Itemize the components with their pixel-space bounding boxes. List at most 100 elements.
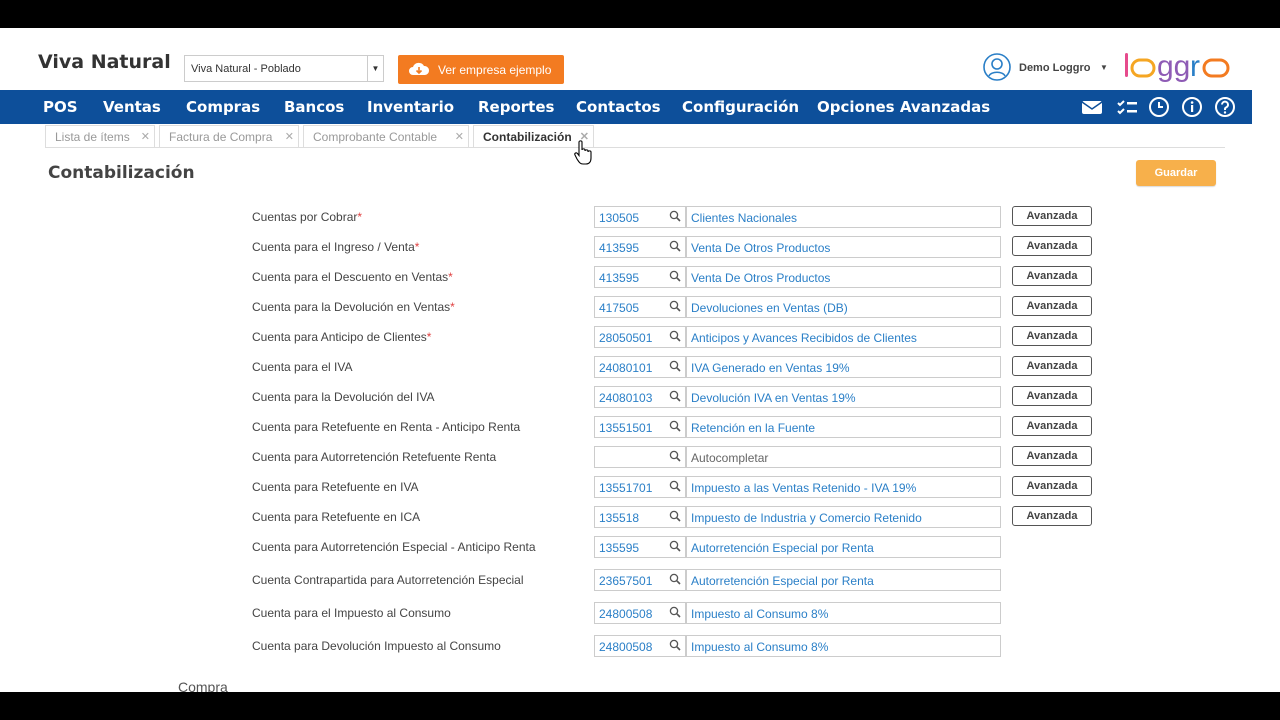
nav-item-contactos[interactable]: Contactos (576, 98, 661, 116)
advanced-button[interactable]: Avanzada (1012, 236, 1092, 256)
nav-item-configuracion[interactable]: Configuración (682, 98, 799, 116)
nav-item-inventario[interactable]: Inventario (367, 98, 454, 116)
tab-label: Lista de ítems (55, 130, 130, 144)
account-name-input[interactable]: Venta De Otros Productos (686, 236, 1001, 258)
search-icon[interactable] (669, 450, 681, 462)
user-menu[interactable]: Demo Loggro ▼ (982, 52, 1108, 82)
account-name-input[interactable]: Autorretención Especial por Renta (686, 569, 1001, 591)
account-name-input[interactable]: Autorretención Especial por Renta (686, 536, 1001, 558)
required-marker: * (450, 300, 455, 314)
example-company-button[interactable]: Ver empresa ejemplo (398, 55, 564, 84)
advanced-button[interactable]: Avanzada (1012, 356, 1092, 376)
account-name-input[interactable]: Impuesto a las Ventas Retenido - IVA 19% (686, 476, 1001, 498)
account-name-input[interactable]: IVA Generado en Ventas 19% (686, 356, 1001, 378)
advanced-button[interactable]: Avanzada (1012, 296, 1092, 316)
search-icon[interactable] (669, 420, 681, 432)
tab-label: Factura de Compra (169, 130, 273, 144)
branch-select[interactable]: Viva Natural - Poblado ▼ (184, 55, 384, 82)
account-name-input[interactable]: Clientes Nacionales (686, 206, 1001, 228)
account-code-input[interactable]: 130505 (594, 206, 686, 228)
close-icon[interactable]: ✕ (285, 130, 294, 143)
account-name-input[interactable]: Autocompletar (686, 446, 1001, 468)
nav-item-compras[interactable]: Compras (186, 98, 260, 116)
search-icon[interactable] (669, 639, 681, 651)
account-code-input[interactable]: 417505 (594, 296, 686, 318)
account-name-input[interactable]: Impuesto al Consumo 8% (686, 635, 1001, 657)
tab-factura-de-compra[interactable]: Factura de Compra ✕ (159, 125, 299, 147)
account-name-input[interactable]: Impuesto de Industria y Comercio Retenid… (686, 506, 1001, 528)
account-name-input[interactable]: Devoluciones en Ventas (DB) (686, 296, 1001, 318)
account-code-input[interactable]: 24800508 (594, 602, 686, 624)
search-icon[interactable] (669, 480, 681, 492)
account-code-input[interactable]: 135518 (594, 506, 686, 528)
account-code-input[interactable]: 28050501 (594, 326, 686, 348)
account-code-input[interactable]: 24800508 (594, 635, 686, 657)
advanced-button[interactable]: Avanzada (1012, 326, 1092, 346)
search-icon[interactable] (669, 330, 681, 342)
advanced-button[interactable]: Avanzada (1012, 416, 1092, 436)
account-row: Cuenta para Autorretención Retefuente Re… (0, 446, 1280, 470)
account-code-input[interactable]: 13551501 (594, 416, 686, 438)
info-icon[interactable] (1181, 96, 1203, 118)
hand-cursor-icon (574, 140, 592, 165)
account-code-input[interactable] (594, 446, 686, 468)
save-button[interactable]: Guardar (1136, 160, 1216, 186)
search-icon[interactable] (669, 573, 681, 585)
example-company-label: Ver empresa ejemplo (438, 63, 552, 77)
account-row: Cuenta para el Descuento en Ventas* 41359… (0, 266, 1280, 290)
account-name-value: IVA Generado en Ventas 19% (691, 361, 850, 375)
account-code-value: 135595 (599, 541, 640, 555)
close-icon[interactable]: ✕ (141, 130, 150, 143)
account-row-label: Cuenta para el Impuesto al Consumo (252, 606, 451, 620)
account-code-input[interactable]: 24080103 (594, 386, 686, 408)
account-code-input[interactable]: 23657501 (594, 569, 686, 591)
advanced-button[interactable]: Avanzada (1012, 386, 1092, 406)
clock-icon[interactable] (1148, 96, 1170, 118)
account-row-label: Cuenta para el Ingreso / Venta* (252, 240, 419, 254)
advanced-button[interactable]: Avanzada (1012, 446, 1092, 466)
account-code-input[interactable]: 135595 (594, 536, 686, 558)
advanced-button[interactable]: Avanzada (1012, 206, 1092, 226)
required-marker: * (357, 210, 363, 224)
account-code-input[interactable]: 24080101 (594, 356, 686, 378)
tab-comprobante-contable[interactable]: Comprobante Contable ✕ (303, 125, 469, 147)
account-name-input[interactable]: Devolución IVA en Ventas 19% (686, 386, 1001, 408)
advanced-button[interactable]: Avanzada (1012, 266, 1092, 286)
account-label-text: Cuenta para Retefuente en ICA (252, 510, 421, 524)
chevron-down-icon[interactable]: ▼ (367, 56, 383, 81)
account-name-input[interactable]: Retención en la Fuente (686, 416, 1001, 438)
caret-down-icon: ▼ (1100, 63, 1108, 72)
search-icon[interactable] (669, 510, 681, 522)
nav-item-reportes[interactable]: Reportes (478, 98, 554, 116)
account-name-input[interactable]: Anticipos y Avances Recibidos de Cliente… (686, 326, 1001, 348)
nav-item-opciones-avanzadas[interactable]: Opciones Avanzadas (817, 98, 990, 116)
search-icon[interactable] (669, 606, 681, 618)
nav-item-bancos[interactable]: Bancos (284, 98, 344, 116)
help-icon[interactable] (1214, 96, 1236, 118)
account-row: Cuenta para Anticipo de Clientes* 2805050… (0, 326, 1280, 350)
nav-item-pos[interactable]: POS (43, 98, 78, 116)
user-name: Demo Loggro (1019, 62, 1091, 74)
advanced-button[interactable]: Avanzada (1012, 476, 1092, 496)
checklist-icon[interactable] (1116, 96, 1138, 118)
mail-icon[interactable] (1081, 96, 1103, 118)
account-code-value: 24080103 (599, 391, 653, 405)
search-icon[interactable] (669, 390, 681, 402)
advanced-button[interactable]: Avanzada (1012, 506, 1092, 526)
search-icon[interactable] (669, 540, 681, 552)
nav-item-ventas[interactable]: Ventas (103, 98, 161, 116)
account-label-text: Cuenta para Retefuente en Renta - Antici… (252, 420, 521, 434)
close-icon[interactable]: ✕ (455, 130, 464, 143)
search-icon[interactable] (669, 240, 681, 252)
search-icon[interactable] (669, 360, 681, 372)
account-name-input[interactable]: Impuesto al Consumo 8% (686, 602, 1001, 624)
account-row-label: Cuenta para el Descuento en Ventas* (252, 270, 453, 284)
tab-lista-de-items[interactable]: Lista de ítems ✕ (45, 125, 155, 147)
search-icon[interactable] (669, 270, 681, 282)
account-code-input[interactable]: 13551701 (594, 476, 686, 498)
account-name-input[interactable]: Venta De Otros Productos (686, 266, 1001, 288)
account-code-input[interactable]: 413595 (594, 236, 686, 258)
account-code-input[interactable]: 413595 (594, 266, 686, 288)
search-icon[interactable] (669, 210, 681, 222)
search-icon[interactable] (669, 300, 681, 312)
